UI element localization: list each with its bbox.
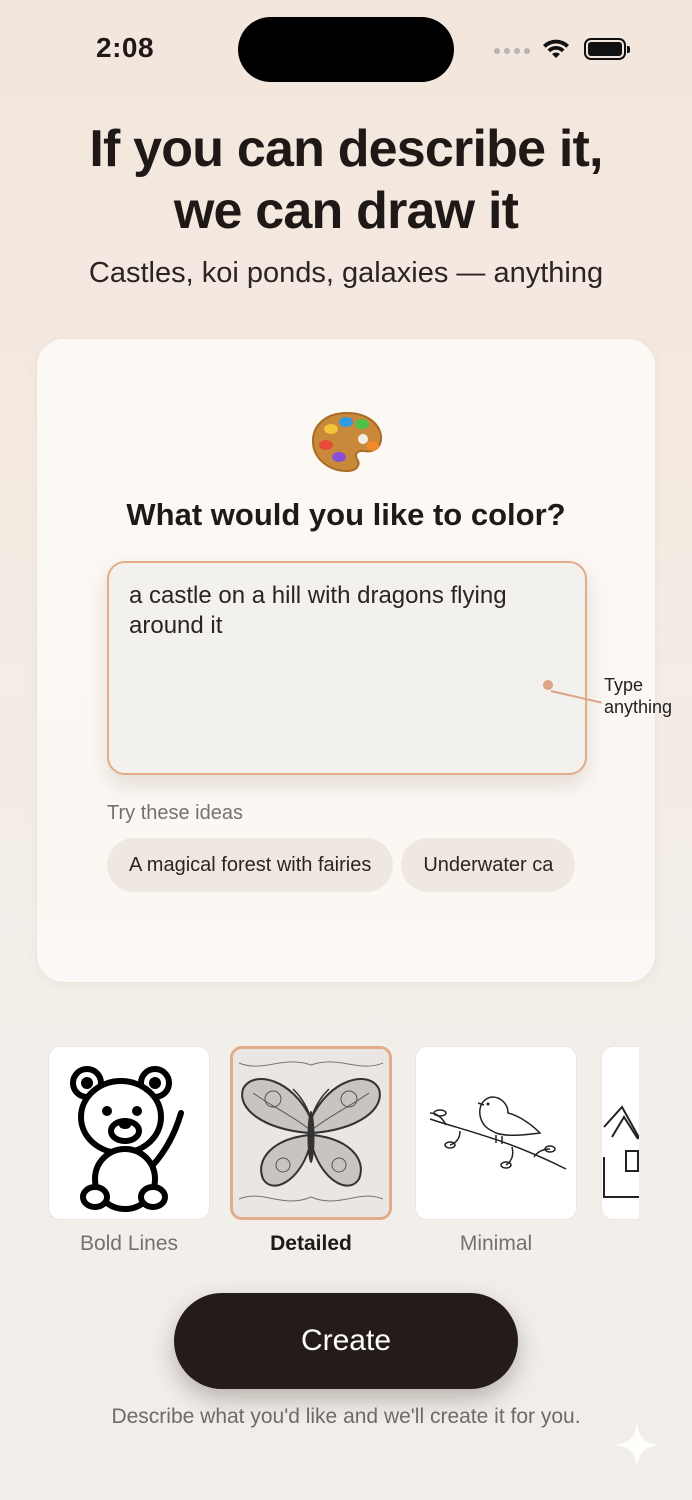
butterfly-icon — [233, 1049, 389, 1217]
prompt-card: What would you like to color? a castle o… — [36, 338, 656, 983]
style-picker: Bold Lines Detailed Minimal — [48, 1046, 639, 1266]
idea-chip[interactable]: Underwater ca — [401, 838, 576, 892]
style-label-detailed: Detailed — [270, 1232, 352, 1255]
style-card-minimal[interactable] — [415, 1046, 577, 1220]
hero-title-line1: If you can describe it, — [89, 120, 603, 178]
sparkle-icon — [614, 1422, 660, 1468]
prompt-box: a castle on a hill with dragons flying a… — [107, 561, 587, 775]
idea-chip[interactable]: A magical forest with fairies — [107, 838, 394, 892]
hero-title-line2: we can draw it — [173, 182, 519, 240]
wifi-icon — [543, 39, 569, 58]
create-button[interactable]: Create — [174, 1293, 518, 1389]
style-label-bold-lines: Bold Lines — [79, 1232, 179, 1255]
paint-palette-icon — [311, 411, 383, 473]
callout-label: Type anything — [604, 675, 673, 717]
card-title: What would you like to color? — [126, 497, 566, 532]
bird-on-branch-icon — [429, 1096, 567, 1170]
style-card-detailed[interactable] — [230, 1046, 392, 1220]
ideas-label: Try these ideas — [107, 802, 243, 824]
footer-note: Describe what you'd like and we'll creat… — [111, 1405, 581, 1428]
cellular-signal-icon — [494, 48, 530, 54]
callout-text: Type anything — [604, 674, 684, 718]
hero-subtitle: Castles, koi ponds, galaxies — anything — [88, 257, 604, 289]
callout-dot — [543, 680, 553, 690]
idea-chips: A magical forest with fairies Underwater … — [107, 838, 588, 894]
prompt-input[interactable]: a castle on a hill with dragons flying a… — [109, 563, 585, 773]
teddy-bear-icon — [70, 1066, 184, 1212]
style-label-minimal: Minimal — [459, 1232, 533, 1255]
battery-icon — [584, 38, 630, 60]
hero-title: If you can describe it, we can draw it — [0, 118, 692, 242]
status-time: 2:08 — [96, 32, 155, 63]
house-icon — [603, 1105, 639, 1198]
style-card-house[interactable] — [601, 1046, 639, 1220]
dynamic-island — [238, 17, 454, 82]
style-card-bold-lines[interactable] — [48, 1046, 210, 1220]
